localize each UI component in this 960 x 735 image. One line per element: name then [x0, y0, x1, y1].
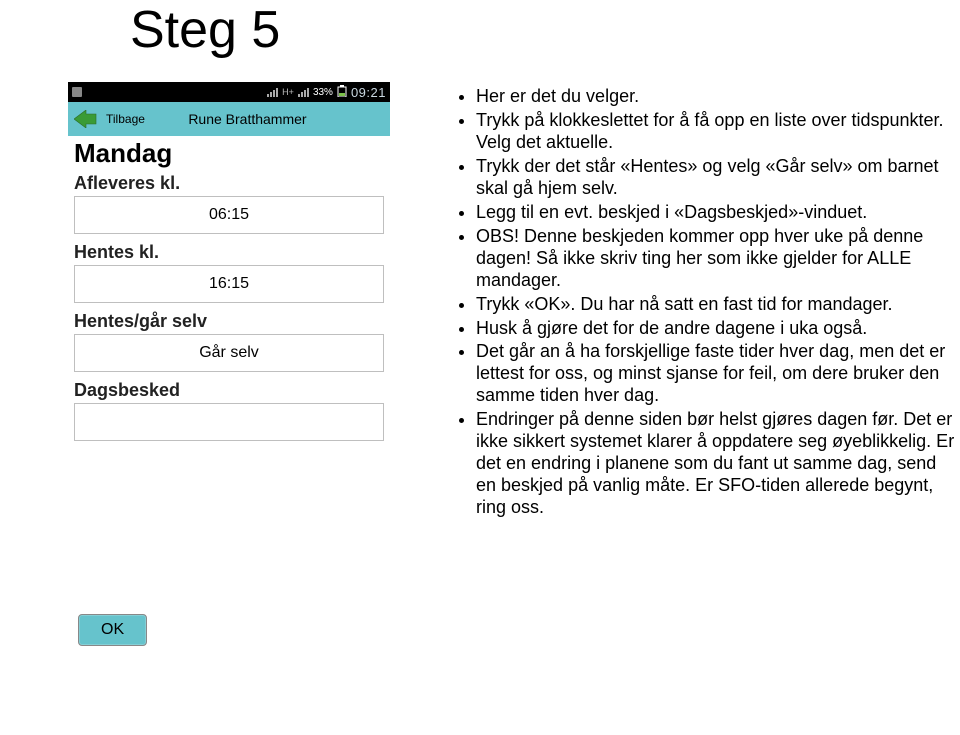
battery-percentage: 33% — [313, 87, 333, 98]
list-item: Husk å gjøre det for de andre dagene i u… — [476, 318, 960, 340]
back-arrow-icon[interactable] — [74, 109, 100, 129]
list-item: Trykk «OK». Du har nå satt en fast tid f… — [476, 294, 960, 316]
page-title: Steg 5 — [130, 0, 280, 60]
instructions-panel: Her er det du velger. Trykk på klokkesle… — [450, 86, 960, 521]
list-item: Her er det du velger. — [476, 86, 960, 108]
list-item: Trykk på klokkeslettet for å få opp en l… — [476, 110, 960, 154]
student-name: Rune Bratthammer — [151, 111, 384, 127]
dagsbesked-label: Dagsbesked — [68, 380, 390, 401]
battery-icon — [337, 85, 347, 100]
afleveres-time-field[interactable]: 06:15 — [74, 196, 384, 234]
afleveres-label: Afleveres kl. — [68, 173, 390, 194]
form-content: Mandag Afleveres kl. 06:15 Hentes kl. 16… — [68, 136, 390, 656]
hentes-time-field[interactable]: 16:15 — [74, 265, 384, 303]
hentes-label: Hentes kl. — [68, 242, 390, 263]
dagsbesked-field[interactable] — [74, 403, 384, 441]
status-bar: H+ 33% 09:21 — [68, 82, 390, 102]
signal-icon — [267, 88, 278, 97]
list-item: Det går an å ha forskjellige faste tider… — [476, 341, 960, 407]
list-item: Legg til en evt. beskjed i «Dagsbeskjed»… — [476, 202, 960, 224]
ok-button[interactable]: OK — [78, 614, 147, 646]
list-item: Endringer på denne siden bør helst gjøre… — [476, 409, 960, 519]
signal-icon-2 — [298, 88, 309, 97]
clock: 09:21 — [351, 85, 386, 100]
app-topbar: Tilbage Rune Bratthammer — [68, 102, 390, 136]
sim-icon — [72, 87, 82, 97]
instructions-list: Her er det du velger. Trykk på klokkesle… — [450, 86, 960, 519]
phone-mockup: H+ 33% 09:21 Tilbage Rune Bratthammer Ma… — [68, 82, 390, 656]
day-heading: Mandag — [68, 138, 390, 169]
list-item: OBS! Denne beskjeden kommer opp hver uke… — [476, 226, 960, 292]
network-type: H+ — [282, 87, 294, 97]
back-label[interactable]: Tilbage — [106, 112, 145, 126]
hentesgaar-label: Hentes/går selv — [68, 311, 390, 332]
hentesgaar-field[interactable]: Går selv — [74, 334, 384, 372]
list-item: Trykk der det står «Hentes» og velg «Går… — [476, 156, 960, 200]
